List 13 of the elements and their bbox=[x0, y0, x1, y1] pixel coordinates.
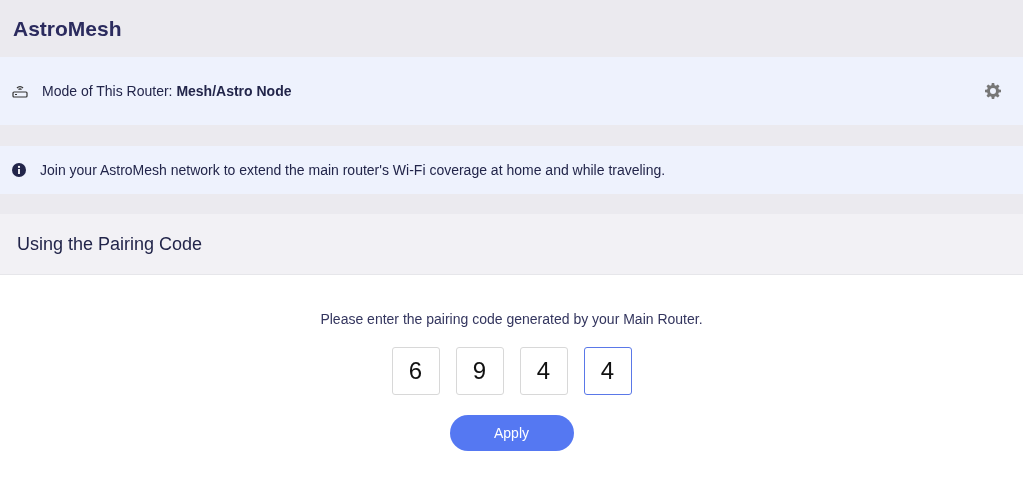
code-digit-field[interactable]: 9 bbox=[455, 347, 504, 395]
instruction-text: Please enter the pairing code generated by your Main Router. bbox=[320, 311, 703, 327]
router-mode-text: Mode of This Router: Mesh/Astro Node bbox=[42, 83, 293, 99]
settings-icon[interactable] bbox=[985, 83, 1001, 99]
info-icon bbox=[12, 163, 26, 177]
info-text: Join your AstroMesh network to extend the main router's Wi-Fi coverage at home and while traveling. bbox=[40, 162, 666, 178]
router-icon bbox=[12, 84, 28, 98]
app-title: AstroMesh bbox=[13, 16, 122, 41]
code-digit-field[interactable]: 6 bbox=[391, 347, 440, 395]
code-digit-field[interactable]: 4 bbox=[519, 347, 568, 395]
apply-button[interactable]: Apply bbox=[449, 415, 574, 451]
code-digit-field[interactable]: 4 bbox=[583, 347, 632, 395]
section-title: Using the Pairing Code bbox=[17, 233, 203, 255]
